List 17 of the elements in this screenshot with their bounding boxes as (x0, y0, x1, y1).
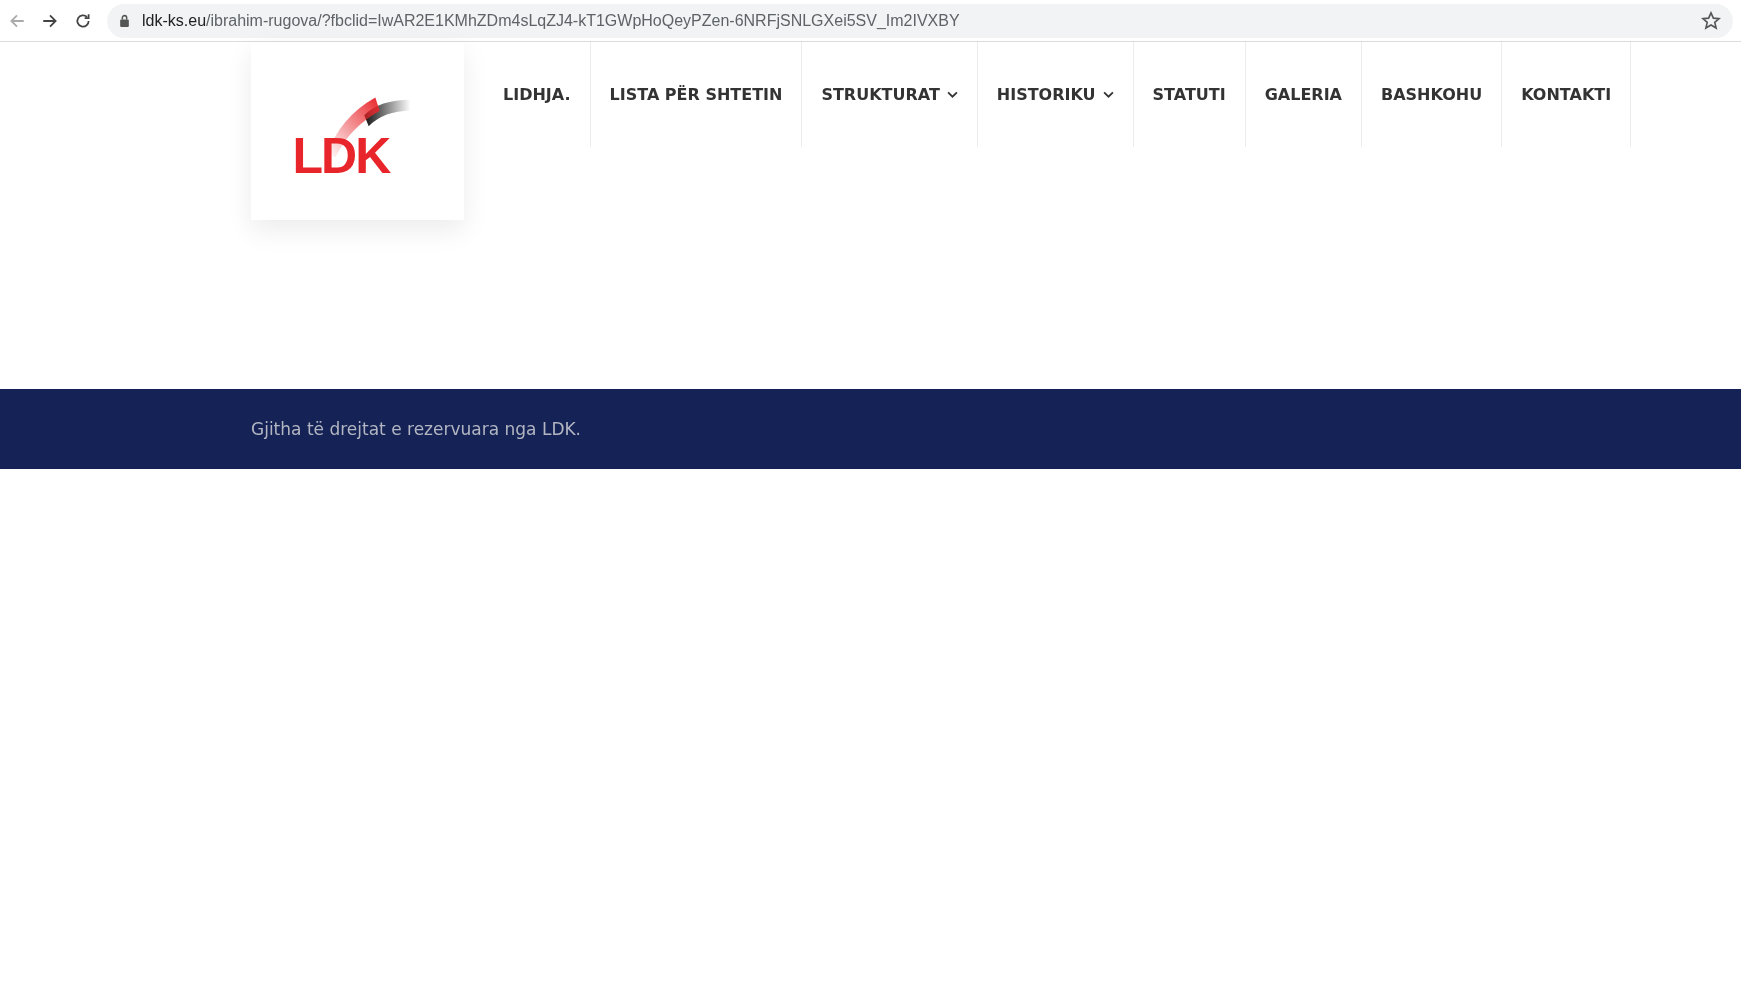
logo-text: LDK (292, 131, 390, 181)
bookmark-star-icon[interactable] (1701, 10, 1721, 31)
nav-link[interactable]: GALERIA (1245, 42, 1362, 147)
logo-card[interactable]: LDK (251, 42, 464, 220)
reload-icon[interactable] (74, 11, 92, 30)
address-bar[interactable]: ldk-ks.eu/ibrahim-rugova/?fbclid=IwAR2E1KMhZDm4sLqZJ4-kT1GWpHoQeyPZen-6NRFjSNLGXei5SV_Im2IVXBY (107, 3, 1733, 38)
nav-link[interactable]: STATUTI (1133, 42, 1246, 147)
lock-icon (119, 14, 130, 27)
nav-link[interactable]: LIDHJA. (484, 42, 591, 147)
nav-link[interactable]: HISTORIKU (977, 42, 1134, 147)
nav-link[interactable]: LISTA PËR SHTETIN (590, 42, 803, 147)
url-host-text: ldk-ks.eu (142, 11, 207, 29)
copyright-text: Gjitha të drejtat e rezervuara nga LDK. (251, 419, 582, 439)
url-path-text: /ibrahim-rugova/?fbclid=IwAR2E1KMhZDm4sLqZJ4-kT1GWpHoQeyPZen-6NRFjSNLGXei5SV_Im2IVXBY (206, 11, 960, 29)
nav-link[interactable]: STRUKTURAT (802, 42, 978, 147)
nav-link[interactable]: KONTAKTI (1502, 42, 1632, 147)
nav-link[interactable]: BASHKOHU (1362, 42, 1503, 147)
